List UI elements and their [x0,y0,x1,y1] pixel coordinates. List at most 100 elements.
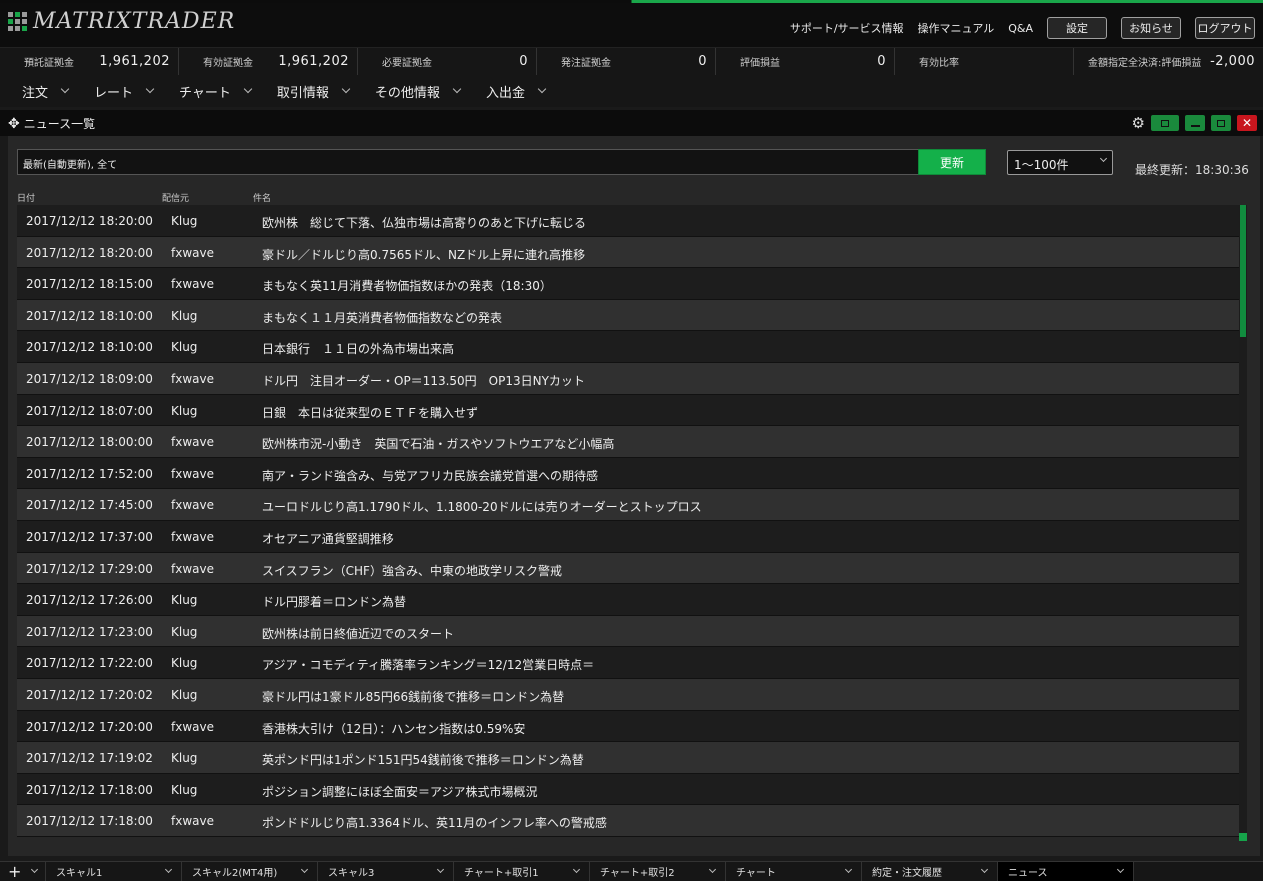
menu-rate[interactable]: レート [94,82,155,101]
news-row[interactable]: 2017/12/12 17:45:00 fxwave ユーロドルじり高1.1790ド… [17,489,1239,521]
news-date: 2017/12/12 18:07:00 [26,403,153,418]
support-link[interactable]: サポート/サービス情報 [790,20,904,36]
news-source: Klug [171,214,198,228]
news-source: Klug [171,403,198,418]
news-row[interactable]: 2017/12/12 17:19:02 Klug 英ポンド円は1ポンド151円54銭… [17,742,1239,774]
chevron-down-icon [341,84,351,94]
logout-button[interactable]: ログアウト [1195,17,1255,39]
news-title: まもなく１１月英消費者物価指数などの発表 [262,310,503,325]
news-source: fxwave [171,435,214,450]
workspace-tab-label: チャート+取引2 [600,868,675,879]
news-date: 2017/12/12 17:45:00 [26,498,153,513]
news-date: 2017/12/12 17:18:00 [26,782,153,797]
range-select[interactable]: 1〜100件 [1007,150,1113,175]
news-row[interactable]: 2017/12/12 17:29:00 fxwave スイスフラン（CHF）強含み、… [17,552,1239,585]
news-source: fxwave [171,498,214,513]
news-row[interactable]: 2017/12/12 18:15:00 fxwave まもなく英11月消費者物価指数… [17,268,1239,300]
workspace-tab[interactable]: チャート [726,862,862,881]
chevron-down-icon [980,865,989,874]
news-title: ポンドドルじり高1.3364ドル、英11月のインフレ率への警戒感 [262,816,607,831]
news-row[interactable]: 2017/12/12 17:26:00 Klug ドル円膠着＝ロンドン為替 [17,584,1239,616]
news-row[interactable]: 2017/12/12 17:20:02 Klug 豪ドル円は1豪ドル85円66銭前後… [17,678,1239,711]
menu-chart[interactable]: チャート [179,82,253,101]
news-date: 2017/12/12 18:20:00 [26,245,153,260]
menu-trade-info[interactable]: 取引情報 [277,82,351,101]
news-row[interactable]: 2017/12/12 17:18:00 fxwave ポンドドルじり高1.3364ド… [17,805,1239,837]
news-source: fxwave [171,245,214,260]
news-source: fxwave [171,814,214,829]
close-icon[interactable]: ✕ [1237,115,1257,131]
column-header-date[interactable]: 日付 [17,191,35,204]
workspace-tab[interactable]: スキャル1 [46,862,182,881]
news-panel-titlebar: ✥ ニュース一覧 ⚙ ✕ [0,110,1263,136]
news-title: 欧州株 総じて下落、仏独市場は高寄りのあと下げに転じる [262,216,587,230]
workspace-tab[interactable]: 約定・注文履歴 [862,862,998,881]
news-row[interactable]: 2017/12/12 18:10:00 Klug まもなく１１月英消費者物価指数など… [17,299,1239,332]
workspace-tab[interactable]: チャート+取引1 [454,862,590,881]
refresh-button[interactable]: 更新 [918,149,986,175]
news-row[interactable]: 2017/12/12 18:07:00 Klug 日銀 本日は従来型のＥＴＦを購入せ… [17,394,1239,427]
news-date: 2017/12/12 18:20:00 [26,214,153,228]
workspace-tab[interactable]: チャート+取引2 [590,862,726,881]
workspace-tab[interactable]: スキャル2(MT4用) [182,862,318,881]
news-date: 2017/12/12 18:00:00 [26,435,153,450]
minimize-button[interactable] [1185,115,1205,131]
chevron-down-icon [1116,865,1125,874]
news-filter-field[interactable]: 最新(自動更新), 全て [17,149,919,175]
workspace-tab-label: スキャル2(MT4用) [192,868,278,879]
balance-required: 必要証拠金 0 [358,48,537,75]
news-date: 2017/12/12 18:10:00 [26,308,153,323]
news-source: fxwave [171,529,214,544]
manual-link[interactable]: 操作マニュアル [918,20,995,36]
news-row[interactable]: 2017/12/12 17:23:00 Klug 欧州株は前日終値近辺でのスタート [17,615,1239,648]
workspace-tab-label: スキャル3 [328,868,375,879]
news-source: fxwave [171,371,214,386]
scrollbar-thumb[interactable] [1240,205,1246,337]
chevron-down-icon [436,865,445,874]
news-row[interactable]: 2017/12/12 18:09:00 fxwave ドル円 注目オーダー・OP＝1… [17,362,1239,395]
qa-link[interactable]: Q&A [1008,22,1033,35]
news-row[interactable]: 2017/12/12 17:52:00 fxwave 南ア・ランド強含み、与党アフリ… [17,457,1239,490]
plus-icon: + [8,862,22,881]
news-row[interactable]: 2017/12/12 17:22:00 Klug アジア・コモディティ騰落率ランキン… [17,647,1239,679]
news-date: 2017/12/12 17:18:00 [26,814,153,829]
news-title: 英ポンド円は1ポンド151円54銭前後で推移＝ロンドン為替 [262,753,584,768]
menu-order[interactable]: 注文 [22,82,70,101]
move-icon[interactable]: ✥ [8,116,20,132]
menu-other-info[interactable]: その他情報 [375,82,462,101]
maximize-button[interactable] [1211,115,1231,131]
news-title: ポジション調整にほぼ全面安＝アジア株式市場概況 [262,784,538,799]
workspace-tab[interactable]: スキャル3 [318,862,454,881]
chevron-down-icon [145,84,155,94]
news-row[interactable]: 2017/12/12 17:20:00 fxwave 香港株大引け（12日）：ハンセ… [17,710,1239,743]
chevron-down-icon [60,84,70,94]
workspace-tab[interactable]: ニュース [998,862,1134,881]
column-header-source[interactable]: 配信元 [162,191,189,204]
news-row[interactable]: 2017/12/12 18:10:00 Klug 日本銀行 １１日の外為市場出来高 [17,331,1239,363]
news-date: 2017/12/12 17:29:00 [26,561,153,576]
news-title: ドル円膠着＝ロンドン為替 [262,595,407,610]
news-title: 豪ドル円は1豪ドル85円66銭前後で推移＝ロンドン為替 [262,689,565,704]
balance-deposit: 預託証拠金 1,961,202 [0,48,179,75]
news-row[interactable]: 2017/12/12 17:37:00 fxwave オセアニア通貨堅調推移 [17,520,1239,553]
news-row[interactable]: 2017/12/12 18:00:00 fxwave 欧州株市況-小動き 英国で石油… [17,426,1239,458]
news-date: 2017/12/12 17:23:00 [26,624,153,639]
news-date: 2017/12/12 17:37:00 [26,529,153,544]
news-row[interactable]: 2017/12/12 17:18:00 Klug ポジション調整にほぼ全面安＝アジア… [17,773,1239,806]
news-title: オセアニア通貨堅調推移 [262,531,394,546]
news-date: 2017/12/12 17:26:00 [26,593,153,608]
balance-bar: 預託証拠金 1,961,202 有効証拠金 1,961,202 必要証拠金 0 … [0,47,1263,75]
layout-menu-button[interactable] [1151,115,1179,131]
column-header-title[interactable]: 件名 [253,191,271,204]
add-tab-button[interactable]: + [0,862,46,881]
notice-button[interactable]: お知らせ [1121,17,1181,39]
news-title: 欧州株市況-小動き 英国で石油・ガスやソフトウエアなど小幅高 [262,437,615,452]
settings-button[interactable]: 設定 [1047,17,1107,39]
news-row[interactable]: 2017/12/12 18:20:00 fxwave 豪ドル／ドルじり高0.7565… [17,236,1239,269]
scrollbar-end[interactable] [1239,833,1247,841]
gear-icon[interactable]: ⚙ [1132,114,1145,132]
news-row[interactable]: 2017/12/12 18:20:00 Klug 欧州株 総じて下落、仏独市場は高寄… [17,205,1239,237]
menu-deposit[interactable]: 入出金 [486,82,547,101]
vertical-scrollbar[interactable] [1239,205,1247,841]
news-source: Klug [171,782,198,797]
